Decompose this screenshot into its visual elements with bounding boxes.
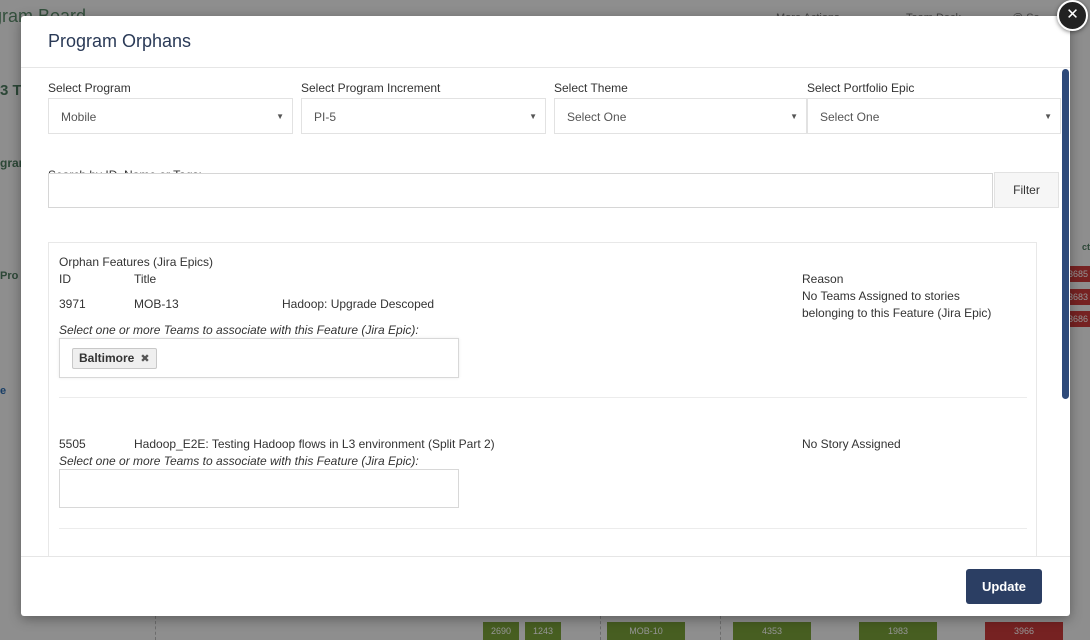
row-divider [59,397,1027,398]
epic-select-label: Select Portfolio Epic [807,81,915,95]
team-select-prompt: Select one or more Teams to associate wi… [59,454,419,468]
orphan-features-panel: Orphan Features (Jira Epics) ID Title Re… [48,242,1037,556]
epic-select[interactable]: Select One ▼ [807,98,1061,134]
program-select[interactable]: Mobile ▼ [48,98,293,134]
caret-down-icon: ▼ [1044,112,1052,121]
feature-id: 5505 [59,437,86,451]
theme-select-value: Select One [567,110,627,124]
feature-reason: No Teams Assigned to stories [802,289,960,303]
feature-reason: belonging to this Feature (Jira Epic) [802,306,992,320]
program-select-value: Mobile [61,110,97,124]
panel-heading: Orphan Features (Jira Epics) [59,255,214,269]
program-orphans-modal: Program Orphans Select Program Mobile ▼ … [21,16,1070,616]
feature-title: Hadoop: Upgrade Descoped [282,297,435,311]
team-tag[interactable]: Baltimore ✖ [72,348,157,369]
remove-tag-icon[interactable]: ✖ [140,353,149,365]
close-icon[interactable]: ✕ [1057,0,1088,31]
program-select-label: Select Program [48,81,131,95]
title-column-header: Title [134,272,157,286]
search-input[interactable] [48,173,993,208]
team-select-prompt: Select one or more Teams to associate wi… [59,323,419,337]
row-divider [59,528,1027,529]
modal-scrollbar[interactable] [1062,69,1069,399]
feature-title: Hadoop_E2E: Testing Hadoop flows in L3 e… [134,437,495,451]
theme-select-label: Select Theme [554,81,628,95]
epic-select-value: Select One [820,110,880,124]
theme-select-group: Select Theme Select One ▼ [554,81,807,134]
feature-reason: No Story Assigned [802,437,901,451]
theme-select[interactable]: Select One ▼ [554,98,807,134]
increment-select-group: Select Program Increment PI-5 ▼ [301,81,546,134]
increment-select-value: PI-5 [314,110,337,124]
program-select-group: Select Program Mobile ▼ [48,81,293,134]
epic-select-group: Select Portfolio Epic Select One ▼ [807,81,1061,134]
increment-select-label: Select Program Increment [301,81,441,95]
modal-footer: Update [21,556,1070,616]
feature-id: 3971 [59,297,86,311]
id-column-header: ID [59,272,71,286]
caret-down-icon: ▼ [529,112,537,121]
team-multiselect[interactable] [59,469,459,508]
increment-select[interactable]: PI-5 ▼ [301,98,546,134]
caret-down-icon: ▼ [276,112,284,121]
filter-button[interactable]: Filter [994,172,1059,208]
reason-column-header: Reason [802,272,844,286]
team-multiselect[interactable]: Baltimore ✖ [59,338,459,378]
caret-down-icon: ▼ [790,112,798,121]
team-tag-label: Baltimore [79,351,135,365]
feature-key[interactable]: MOB-13 [134,297,179,311]
modal-header: Program Orphans [21,16,1070,68]
update-button[interactable]: Update [966,569,1042,604]
modal-title: Program Orphans [48,31,192,51]
modal-body: Select Program Mobile ▼ Select Program I… [21,69,1070,556]
